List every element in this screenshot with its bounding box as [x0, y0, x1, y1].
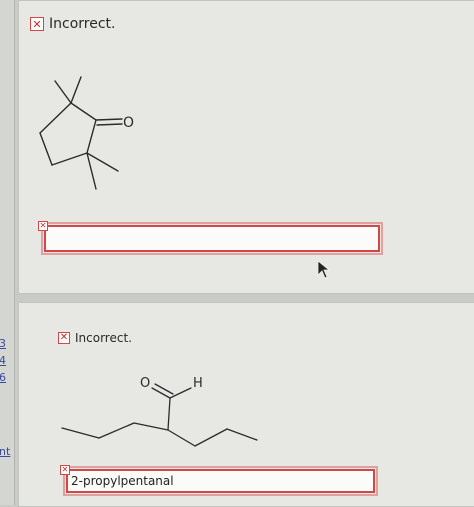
methyl-bond — [86, 152, 97, 190]
left-sidebar: 3 4 6 nt — [0, 0, 15, 505]
chain-bond — [194, 428, 228, 447]
carbonyl-bond — [96, 123, 123, 126]
methyl-bond — [70, 76, 82, 104]
hydrogen-label: H — [193, 376, 203, 391]
oxygen-label: O — [123, 115, 134, 131]
ring-bond — [51, 152, 88, 166]
chain-bond — [98, 422, 135, 439]
sidebar-link-4[interactable]: 4 — [0, 355, 6, 367]
ring-bond — [39, 102, 72, 134]
answer-error-x-icon: ✕ — [38, 221, 48, 231]
ring-bond — [70, 102, 97, 121]
sidebar-link-6[interactable]: 6 — [0, 372, 6, 384]
chain-bond — [226, 428, 258, 441]
methyl-bond — [54, 80, 72, 104]
answer-input-2[interactable]: 2-propylpentanal — [63, 466, 378, 496]
chain-bond — [167, 397, 171, 431]
aldehyde-h-bond — [169, 387, 192, 399]
question-panel-1: ✕ Incorrect. O ✕ — [18, 0, 474, 294]
chain-bond — [61, 427, 100, 439]
carbonyl-bond — [151, 387, 171, 399]
carbonyl-bond — [95, 118, 123, 121]
methyl-bond — [86, 152, 119, 172]
answer-error-x-icon: ✕ — [60, 465, 70, 475]
answer-input-1[interactable] — [41, 222, 383, 255]
carbonyl-bond — [154, 383, 174, 395]
question-panel-2: ✕ Incorrect. O H ✕ 2-propylpentanal — [18, 302, 474, 507]
chain-bond — [133, 422, 169, 431]
sidebar-link-3[interactable]: 3 — [0, 338, 6, 350]
ring-bond — [39, 132, 53, 166]
oxygen-label: O — [140, 376, 150, 391]
chain-bond — [167, 429, 196, 447]
ring-bond — [86, 119, 97, 154]
sidebar-link-nt[interactable]: nt — [0, 446, 10, 458]
mouse-pointer-icon — [317, 260, 331, 279]
